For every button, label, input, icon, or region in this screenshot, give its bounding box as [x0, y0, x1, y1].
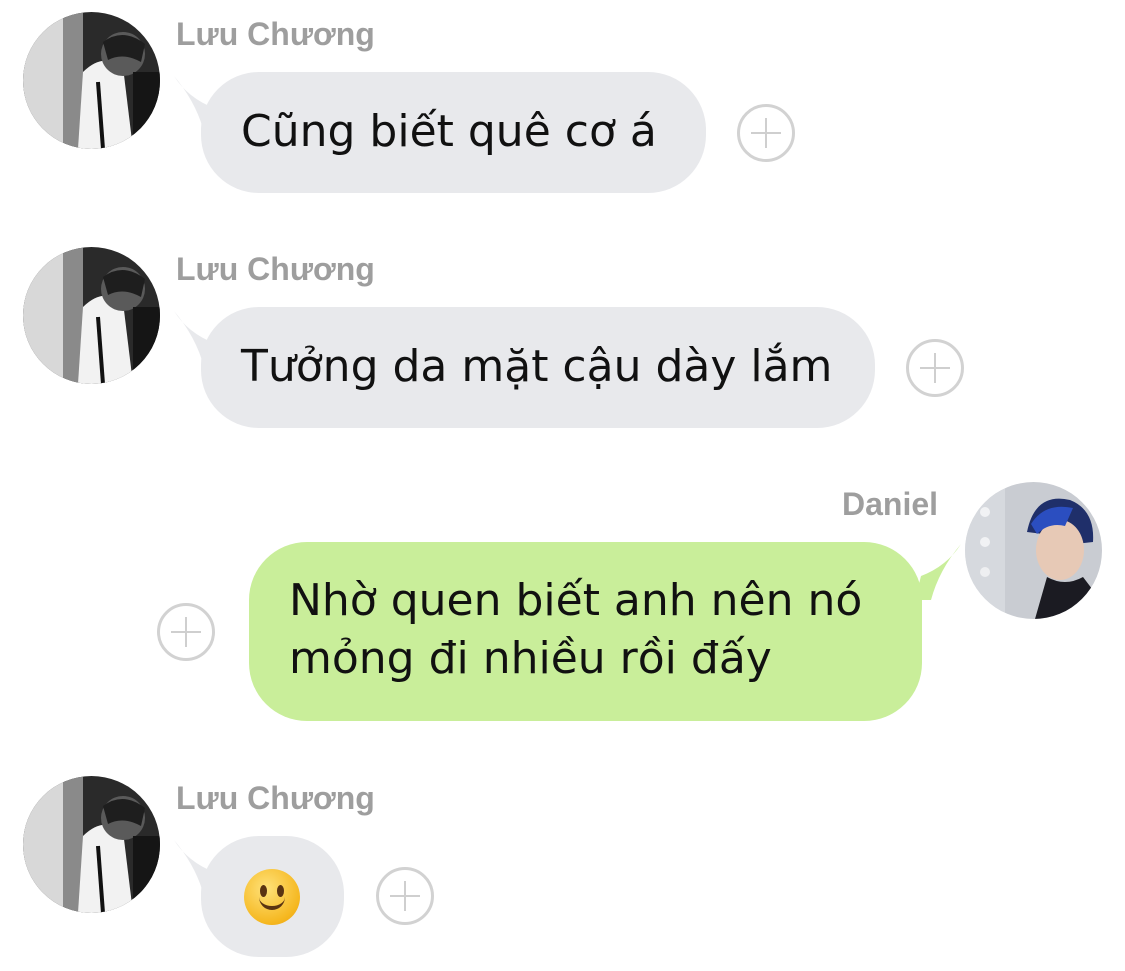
plus-circle-icon[interactable] — [737, 104, 795, 162]
message-text: Cũng biết quê cơ á — [241, 106, 657, 157]
sender-name: Daniel — [842, 486, 939, 522]
message-bubble[interactable]: Tưởng da mặt cậu dày lắm — [201, 307, 875, 428]
sender-name: Lưu Chương — [176, 780, 375, 816]
plus-circle-icon[interactable] — [157, 603, 215, 661]
plus-circle-icon[interactable] — [906, 339, 964, 397]
slightly-smiling-face-icon — [244, 869, 300, 925]
message-bubble[interactable] — [201, 836, 344, 957]
sender-name: Lưu Chương — [176, 16, 375, 52]
message-bubble[interactable]: Nhờ quen biết anh nên nó mỏng đi nhiều r… — [249, 542, 922, 721]
message-text-line: Nhờ quen biết anh nên nó — [289, 575, 863, 626]
avatar-luu-chuong[interactable] — [23, 247, 160, 384]
avatar-daniel[interactable] — [965, 482, 1102, 619]
avatar-luu-chuong[interactable] — [23, 12, 160, 149]
message-bubble[interactable]: Cũng biết quê cơ á — [201, 72, 706, 193]
message-text-line: mỏng đi nhiều rồi đấy — [289, 633, 772, 684]
avatar-luu-chuong[interactable] — [23, 776, 160, 913]
message-text: Tưởng da mặt cậu dày lắm — [241, 341, 833, 392]
plus-circle-icon[interactable] — [376, 867, 434, 925]
sender-name: Lưu Chương — [176, 251, 375, 287]
